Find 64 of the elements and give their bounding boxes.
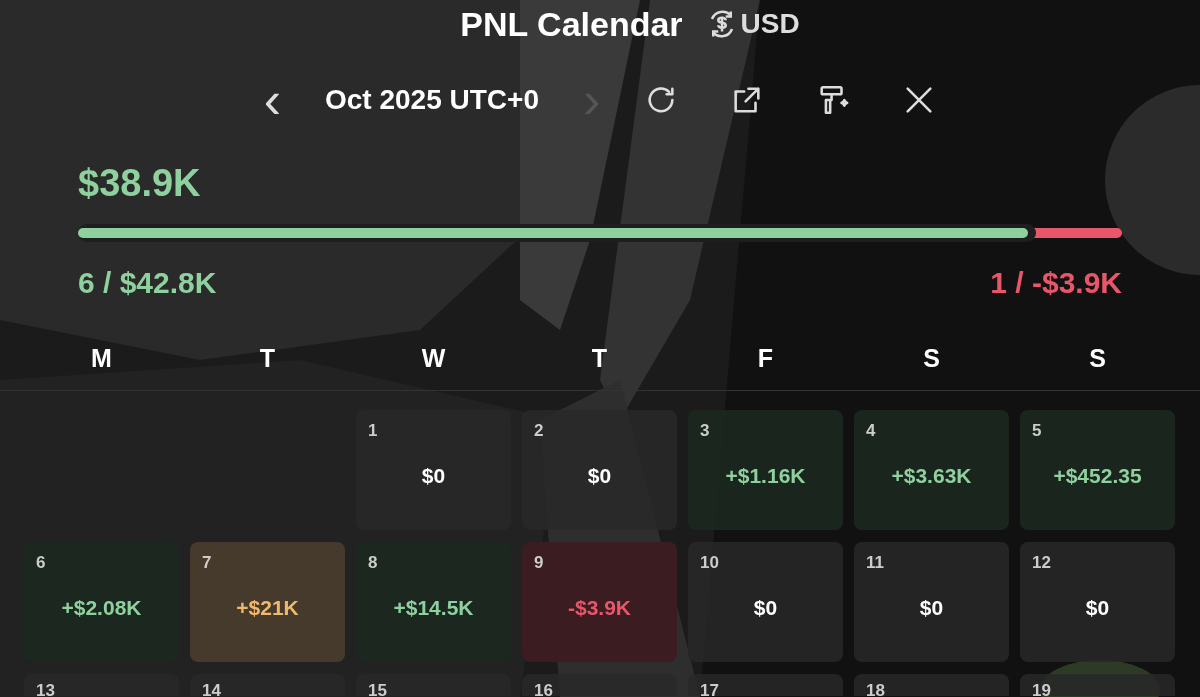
total-pnl: $38.9K: [78, 164, 202, 202]
day-cell[interactable]: 1 $0: [356, 409, 511, 530]
pnl-value: $0: [1084, 594, 1111, 621]
day-cell[interactable]: 19: [1020, 673, 1175, 696]
weekday-label: T: [258, 343, 277, 374]
pnl-value: $0: [918, 594, 945, 621]
day-number: 16: [534, 679, 553, 697]
pnl-value: +$3.63K: [890, 462, 973, 489]
previous-month-button[interactable]: ‹: [263, 76, 281, 124]
day-number: 19: [1032, 679, 1051, 697]
pnl-value: $0: [752, 594, 779, 621]
day-number: 1: [368, 419, 378, 442]
day-cell[interactable]: 4 +$3.63K: [854, 409, 1009, 530]
day-number: 6: [36, 551, 46, 574]
day-number: 17: [700, 679, 719, 697]
day-cell[interactable]: 7 +$21K: [190, 541, 345, 662]
pnl-value: $0: [420, 462, 447, 489]
day-cell[interactable]: 16: [522, 673, 677, 696]
day-cell[interactable]: 13: [24, 673, 179, 696]
day-cell[interactable]: 15: [356, 673, 511, 696]
day-number: 7: [202, 551, 212, 574]
currency-label[interactable]: USD: [740, 3, 800, 45]
pnl-value: +$21K: [235, 594, 300, 621]
page-title: PNL Calendar: [460, 3, 683, 45]
weekday-label: F: [756, 343, 775, 374]
day-cell[interactable]: 6 +$2.08K: [24, 541, 179, 662]
day-cell[interactable]: 17: [688, 673, 843, 696]
day-number: 12: [1032, 551, 1051, 574]
day-number: 14: [202, 679, 221, 697]
day-number: 11: [866, 551, 884, 574]
day-cell[interactable]: 11 $0: [854, 541, 1009, 662]
day-cell[interactable]: 2 $0: [522, 409, 677, 530]
day-cell[interactable]: 9 -$3.9K: [522, 541, 677, 662]
pnl-value: +$2.08K: [60, 594, 143, 621]
pnl-value: +$14.5K: [392, 594, 475, 621]
day-number: 4: [866, 419, 876, 442]
day-number: 8: [368, 551, 378, 574]
month-label: Oct 2025 UTC+0: [325, 83, 539, 117]
weekday-label: S: [1088, 343, 1107, 374]
day-cell[interactable]: 3 +$1.16K: [688, 409, 843, 530]
pnl-value: $0: [586, 462, 613, 489]
day-number: 3: [700, 419, 710, 442]
day-cell[interactable]: 18: [854, 673, 1009, 696]
loss-summary: 1 / -$3.9K: [990, 265, 1122, 301]
day-number: 13: [36, 679, 55, 697]
day-number: 15: [368, 679, 387, 697]
weekday-label: T: [590, 343, 609, 374]
day-cell[interactable]: 10 $0: [688, 541, 843, 662]
pnl-value: +$452.35: [1052, 462, 1143, 489]
day-number: 2: [534, 419, 544, 442]
day-number: 9: [534, 551, 544, 574]
day-number: 10: [700, 551, 719, 574]
day-cell[interactable]: 12 $0: [1020, 541, 1175, 662]
day-number: 5: [1032, 419, 1042, 442]
day-cell[interactable]: 8 +$14.5K: [356, 541, 511, 662]
win-summary: 6 / $42.8K: [78, 265, 217, 301]
day-cell[interactable]: 14: [190, 673, 345, 696]
weekday-label: W: [420, 343, 447, 374]
pnl-value: -$3.9K: [567, 594, 632, 621]
pnl-value: +$1.16K: [724, 462, 807, 489]
weekday-label: M: [90, 343, 113, 374]
day-number: 18: [866, 679, 885, 697]
day-cell[interactable]: 5 +$452.35: [1020, 409, 1175, 530]
weekday-label: S: [922, 343, 941, 374]
